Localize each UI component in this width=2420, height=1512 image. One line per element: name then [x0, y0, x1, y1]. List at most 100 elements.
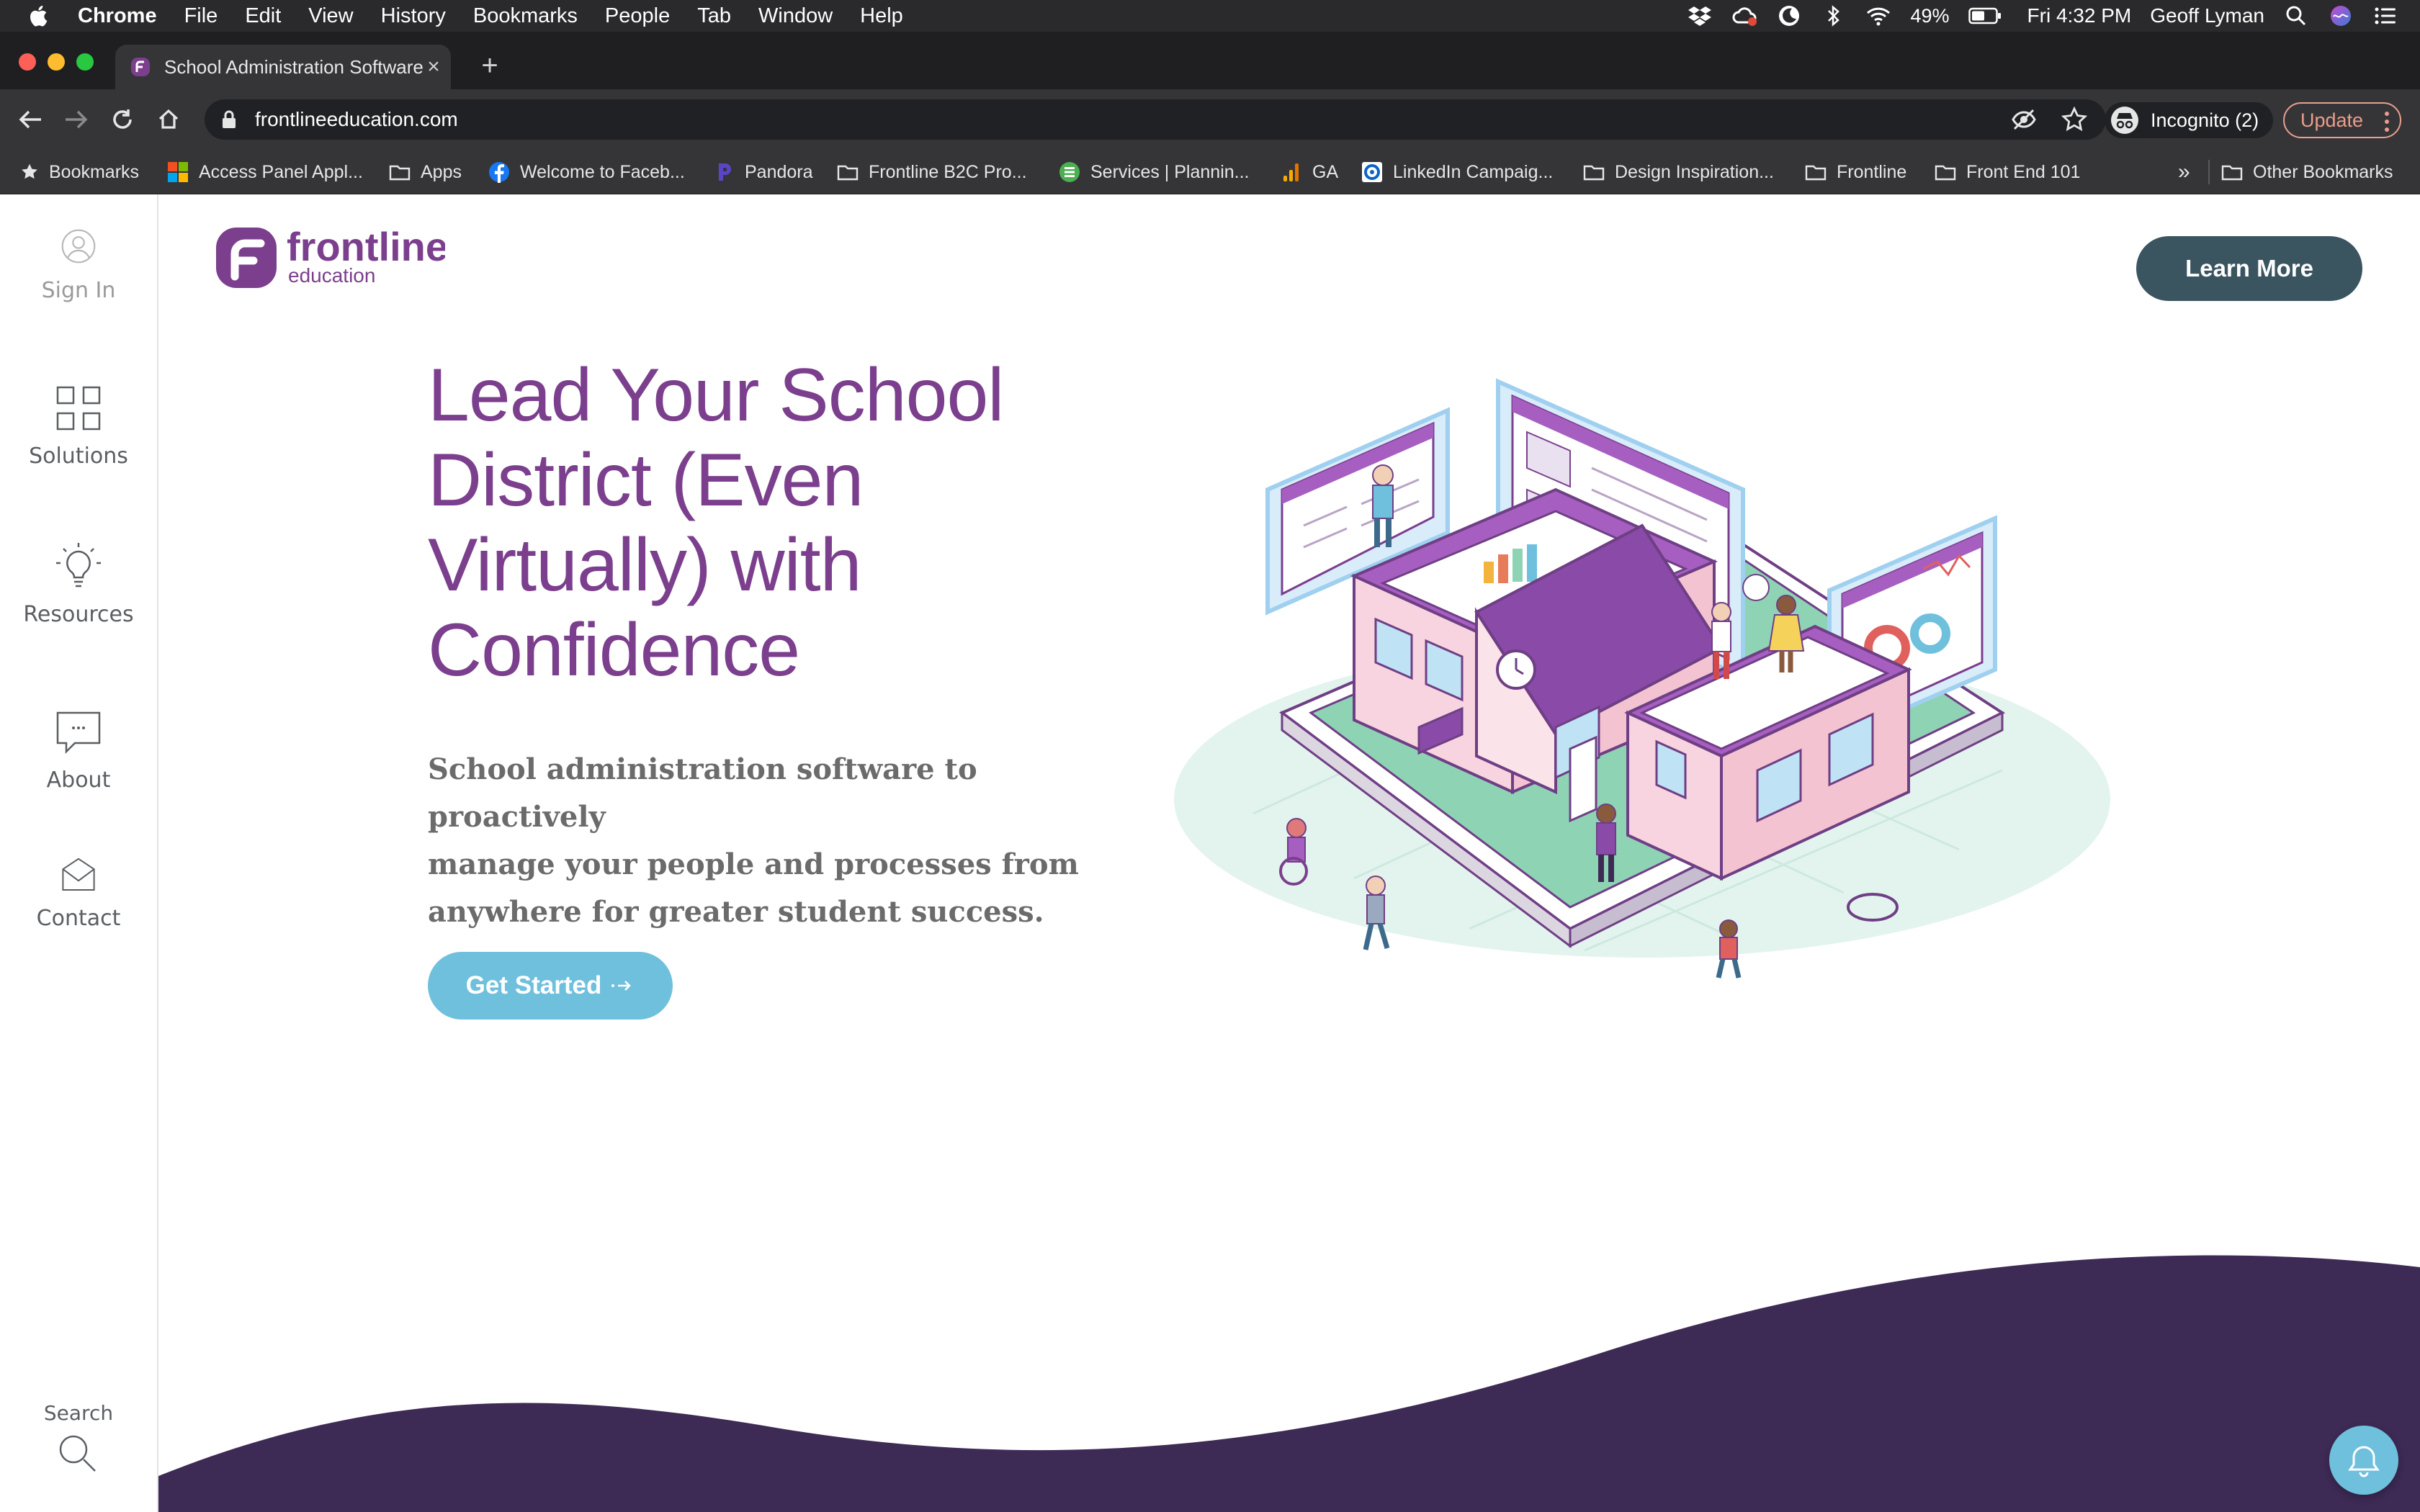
bookmarks-overflow-button[interactable]: »: [2178, 160, 2190, 184]
menu-window[interactable]: Window: [758, 4, 833, 28]
folder-icon: [389, 165, 411, 181]
dropbox-icon[interactable]: [1687, 3, 1713, 29]
bookmark-facebook[interactable]: Welcome to Faceb...: [488, 160, 685, 184]
spotlight-search-icon[interactable]: [2283, 3, 2309, 29]
bookmark-linkedin[interactable]: LinkedIn Campaig...: [1361, 160, 1553, 184]
headline-line: Confidence: [428, 608, 800, 692]
battery-icon[interactable]: [1968, 3, 2002, 29]
microsoft-icon: [168, 162, 188, 182]
bookmark-access-panel[interactable]: Access Panel Appl...: [167, 160, 363, 184]
menu-app-name[interactable]: Chrome: [78, 4, 157, 28]
bookmark-label: LinkedIn Campaig...: [1393, 161, 1554, 182]
forward-button[interactable]: [62, 105, 91, 134]
envelope-icon: [62, 858, 95, 891]
bookmarks-separator: [2208, 160, 2210, 184]
address-bar[interactable]: frontlineeducation.com: [205, 99, 2106, 140]
minimize-window-button[interactable]: [48, 53, 65, 71]
bookmark-label: Front End 101: [1966, 161, 2081, 182]
bookmark-label: Frontline B2C Pro...: [869, 161, 1027, 182]
menu-help[interactable]: Help: [860, 4, 903, 28]
nav-search[interactable]: Search: [0, 1401, 157, 1475]
frontline-education-logo[interactable]: frontline education: [215, 223, 445, 288]
hero-subhead: School administration software to proact…: [428, 746, 1134, 936]
wifi-icon[interactable]: [1865, 3, 1891, 29]
notification-bell-button[interactable]: [2329, 1426, 2398, 1495]
close-window-button[interactable]: [19, 53, 36, 71]
tab-close-icon[interactable]: ×: [424, 56, 444, 78]
zoom-window-button[interactable]: [76, 53, 94, 71]
nav-resources[interactable]: Resources: [0, 541, 157, 627]
back-button[interactable]: [16, 105, 45, 134]
folder-icon: [1935, 165, 1956, 181]
bookmark-frontline-b2c[interactable]: Frontline B2C Pro...: [837, 160, 1027, 184]
logo-subword: education: [288, 264, 375, 287]
linkedin-icon: [1362, 162, 1382, 182]
bookmark-other-bookmarks[interactable]: Other Bookmarks: [2221, 160, 2393, 184]
bookmark-label: Welcome to Faceb...: [520, 161, 685, 182]
home-button[interactable]: [154, 105, 183, 134]
bookmark-frontline[interactable]: Frontline: [1805, 160, 1906, 184]
headline-line: Lead Your School: [428, 354, 1004, 437]
apple-icon[interactable]: [27, 4, 52, 28]
nav-sign-in[interactable]: Sign In: [0, 225, 157, 303]
bookmark-label: Other Bookmarks: [2253, 161, 2393, 182]
menu-tab[interactable]: Tab: [697, 4, 731, 28]
url-text[interactable]: frontlineeducation.com: [255, 108, 458, 131]
nav-solutions[interactable]: Solutions: [0, 383, 157, 469]
status-area: 49% Fri 4:32 PM Geoff Lyman: [1687, 0, 2398, 32]
get-started-button[interactable]: Get Started: [428, 952, 673, 1020]
moon-icon[interactable]: [1776, 3, 1802, 29]
reload-button[interactable]: [108, 105, 137, 134]
back-arrow-icon: [19, 110, 41, 129]
nav-contact[interactable]: Contact: [0, 855, 157, 931]
bookmark-ga[interactable]: GA: [1281, 160, 1338, 184]
incognito-label: Incognito (2): [2151, 109, 2259, 131]
creative-cloud-icon[interactable]: [1731, 3, 1757, 29]
bookmark-services-planning[interactable]: Services | Plannin...: [1059, 160, 1249, 184]
chat-bubble-icon: [56, 711, 101, 755]
logo-wordmark: frontline: [287, 224, 445, 269]
menu-bookmarks[interactable]: Bookmarks: [473, 4, 578, 28]
siri-icon[interactable]: [2328, 3, 2354, 29]
menu-view[interactable]: View: [308, 4, 353, 28]
clock[interactable]: Fri 4:32 PM: [2027, 4, 2132, 27]
reload-icon: [113, 109, 132, 129]
update-button[interactable]: Update: [2283, 102, 2401, 138]
incognito-indicator[interactable]: Incognito (2): [2105, 102, 2274, 138]
incognito-icon: [2111, 107, 2138, 134]
learn-more-button[interactable]: Learn More: [2136, 236, 2362, 301]
bookmark-design-inspiration[interactable]: Design Inspiration...: [1583, 160, 1774, 184]
lightbulb-icon: [56, 543, 101, 588]
tracking-blocked-eye-icon[interactable]: [2011, 107, 2037, 132]
bookmark-label: Frontline: [1837, 161, 1907, 182]
nav-about[interactable]: About: [0, 707, 157, 793]
new-tab-button[interactable]: +: [478, 51, 501, 80]
bookmark-label: Access Panel Appl...: [199, 161, 363, 182]
menu-edit[interactable]: Edit: [245, 4, 281, 28]
battery-percent: 49%: [1910, 4, 1950, 27]
kebab-menu-icon[interactable]: [2384, 111, 2390, 132]
nav-about-label: About: [46, 768, 111, 793]
control-center-icon[interactable]: [2372, 3, 2398, 29]
search-icon: [59, 1435, 96, 1472]
bluetooth-icon[interactable]: [1821, 3, 1847, 29]
bookmark-star-icon[interactable]: [2061, 107, 2087, 132]
folder-icon: [837, 165, 859, 181]
headline-line: District (Even: [428, 438, 864, 522]
lock-icon[interactable]: [219, 109, 239, 130]
bookmark-front-end-101[interactable]: Front End 101: [1935, 160, 2080, 184]
bookmark-bookmarks[interactable]: Bookmarks: [20, 160, 139, 184]
bookmark-apps[interactable]: Apps: [389, 160, 462, 184]
nav-contact-label: Contact: [36, 906, 121, 931]
school-building-illustration: [1174, 378, 2110, 978]
tab-school-administration[interactable]: School Administration Software ×: [115, 45, 451, 89]
nav-sign-in-label: Sign In: [41, 278, 116, 303]
menu-history[interactable]: History: [381, 4, 446, 28]
bookmark-pandora[interactable]: Pandora: [713, 160, 813, 184]
bottom-wave-decoration: [158, 1255, 2420, 1512]
analytics-icon: [1283, 163, 1299, 181]
menu-file[interactable]: File: [184, 4, 218, 28]
hero-headline: Lead Your School District (Even Virtuall…: [428, 353, 1148, 693]
menu-people[interactable]: People: [605, 4, 670, 28]
user-name[interactable]: Geoff Lyman: [2150, 4, 2264, 27]
